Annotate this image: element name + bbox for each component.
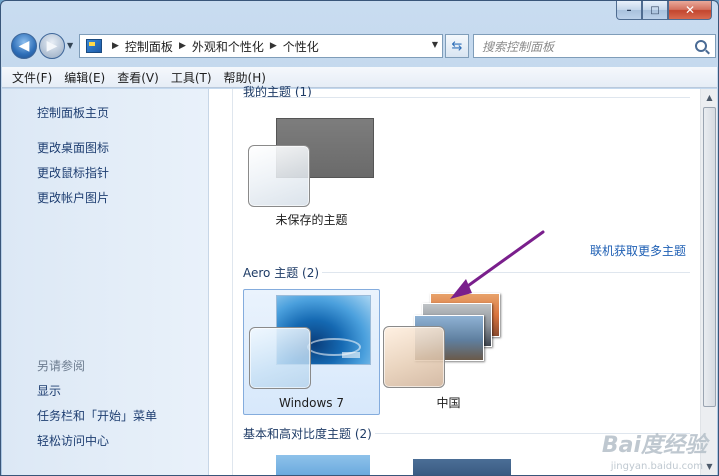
control-panel-icon: [86, 39, 102, 53]
see-also-heading: 另请参阅: [37, 359, 86, 373]
see-also-display[interactable]: 显示: [37, 382, 61, 399]
minimize-button[interactable]: –: [616, 1, 642, 20]
scroll-up-arrow-icon[interactable]: ▲: [701, 89, 718, 106]
forward-button[interactable]: ▶: [39, 33, 65, 59]
maximize-button[interactable]: □: [642, 1, 668, 20]
address-dropdown-icon[interactable]: ▼: [432, 40, 438, 49]
sidebar-link-control-panel-home[interactable]: 控制面板主页: [37, 104, 109, 121]
scroll-thumb[interactable]: [703, 107, 716, 407]
china-color-swatch: [383, 326, 445, 388]
theme-unsaved[interactable]: 未保存的主题: [243, 115, 380, 241]
back-button[interactable]: ◀: [11, 33, 37, 59]
my-themes-rule: [243, 97, 690, 98]
caption-buttons: – □ ✕: [616, 1, 712, 20]
personalization-window: – □ ✕ ◀ ▶ ▼ ▶ 控制面板 ▶ 外观和个性化 ▶ 个性化 ▼ ⇆ 搜索…: [0, 0, 719, 476]
refresh-icon: ⇆: [451, 38, 463, 54]
scroll-down-arrow-icon[interactable]: ▼: [701, 458, 718, 475]
theme-china[interactable]: 中国: [380, 289, 517, 415]
aero-themes-heading: Aero 主题 (2): [243, 266, 320, 280]
navigation-bar: ◀ ▶ ▼ ▶ 控制面板 ▶ 外观和个性化 ▶ 个性化 ▼ ⇆ 搜索控制面板: [9, 31, 716, 61]
chevron-right-icon[interactable]: ▶: [112, 41, 119, 51]
basic-theme-preview-2[interactable]: [413, 459, 511, 475]
basic-theme-preview-1[interactable]: [276, 455, 370, 475]
breadcrumb-personalization[interactable]: 个性化: [283, 38, 319, 55]
baidu-watermark: Bai度经验: [601, 433, 707, 458]
sidebar-link-desktop-icons[interactable]: 更改桌面图标: [37, 139, 109, 156]
see-also-ease-of-access[interactable]: 轻松访问中心: [37, 432, 109, 449]
theme-label: 中国: [436, 396, 461, 410]
theme-windows7[interactable]: Windows 7: [243, 289, 380, 415]
search-icon[interactable]: [695, 40, 707, 52]
menu-view[interactable]: 查看(V): [117, 69, 159, 86]
windows7-color-swatch: [249, 327, 311, 389]
aero-themes-rule: [322, 272, 690, 273]
unsaved-theme-color-swatch: [248, 145, 310, 207]
close-button[interactable]: ✕: [668, 1, 712, 20]
chevron-right-icon[interactable]: ▶: [179, 41, 186, 51]
panel-divider: [232, 89, 233, 475]
see-also-taskbar[interactable]: 任务栏和「开始」菜单: [37, 407, 157, 424]
baidu-watermark-url: jingyan.baidu.com: [610, 461, 703, 472]
refresh-button[interactable]: ⇆: [445, 34, 469, 58]
address-bar[interactable]: ▶ 控制面板 ▶ 外观和个性化 ▶ 个性化 ▼: [79, 34, 443, 58]
chevron-right-icon[interactable]: ▶: [270, 41, 277, 51]
vertical-scrollbar[interactable]: ▲ ▼: [700, 89, 717, 475]
menu-file[interactable]: 文件(F): [12, 69, 52, 86]
theme-label: 未保存的主题: [275, 213, 348, 227]
recent-pages-dropdown[interactable]: ▼: [67, 41, 73, 50]
breadcrumb-control-panel[interactable]: 控制面板: [125, 38, 173, 55]
get-more-themes-online-link[interactable]: 联机获取更多主题: [590, 242, 686, 259]
sidebar-link-account-picture[interactable]: 更改帐户图片: [37, 189, 109, 206]
task-pane: 控制面板主页 更改桌面图标 更改鼠标指针 更改帐户图片 另请参阅 显示 任务栏和…: [2, 89, 209, 475]
menu-edit[interactable]: 编辑(E): [64, 69, 105, 86]
breadcrumb-appearance[interactable]: 外观和个性化: [192, 38, 264, 55]
content-area: 控制面板主页 更改桌面图标 更改鼠标指针 更改帐户图片 另请参阅 显示 任务栏和…: [2, 85, 717, 475]
search-box[interactable]: 搜索控制面板: [473, 34, 716, 58]
search-input[interactable]: 搜索控制面板: [474, 38, 695, 55]
theme-label: Windows 7: [278, 396, 344, 410]
sidebar-link-mouse-pointers[interactable]: 更改鼠标指针: [37, 164, 109, 181]
menu-tools[interactable]: 工具(T): [171, 69, 212, 86]
basic-themes-heading: 基本和高对比度主题 (2): [243, 427, 372, 441]
theme-gallery: 我的主题 (1) 未保存的主题 联机获取更多主题 Aero 主题 (2) Win…: [210, 85, 700, 475]
menu-bar: 文件(F) 编辑(E) 查看(V) 工具(T) 帮助(H): [2, 67, 717, 88]
